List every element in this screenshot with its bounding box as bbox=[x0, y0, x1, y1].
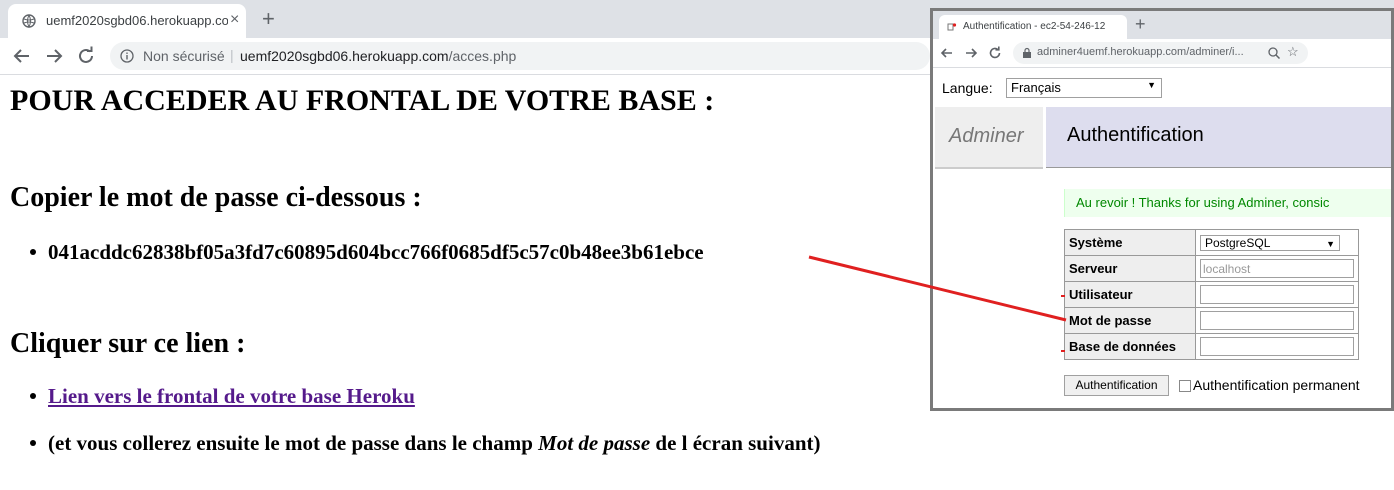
chevron-down-icon: ▼ bbox=[1147, 80, 1156, 90]
base-field bbox=[1200, 337, 1354, 356]
inset-address-bar: adminer4uemf.herokuapp.com/adminer/i... … bbox=[1013, 42, 1308, 64]
adminer-logo: Adminer bbox=[949, 125, 1024, 147]
lock-icon bbox=[1023, 47, 1031, 58]
utilisateur-label: Utilisateur bbox=[1064, 281, 1196, 308]
bookmark-star-icon: ☆ bbox=[1287, 44, 1299, 59]
page-title: POUR ACCEDER AU FRONTAL DE VOTRE BASE : bbox=[10, 84, 715, 117]
adminer-favicon-icon bbox=[947, 23, 957, 31]
copy-password-heading: Copier le mot de passe ci-dessous : bbox=[10, 182, 422, 213]
adminer-screenshot-inset: Authentification - ec2-54-246-12 + admin… bbox=[930, 8, 1394, 411]
inset-tab-strip: Authentification - ec2-54-246-12 + bbox=[933, 11, 1391, 39]
auth-heading-bar: Authentification bbox=[1046, 107, 1391, 168]
browser-tab[interactable]: uemf2020sgbd06.herokuapp.com × bbox=[8, 4, 246, 38]
inset-back-arrow-icon bbox=[940, 48, 952, 58]
bullet-dot bbox=[30, 393, 36, 400]
inset-tab: Authentification - ec2-54-246-12 bbox=[939, 15, 1127, 39]
bullet-dot bbox=[30, 249, 36, 256]
new-tab-button[interactable]: + bbox=[262, 8, 275, 30]
base-cell bbox=[1195, 333, 1359, 360]
permanent-checkbox bbox=[1179, 380, 1191, 392]
url-host: uemf2020sgbd06.herokuapp.com bbox=[240, 48, 449, 64]
info-icon[interactable] bbox=[120, 49, 134, 63]
url-separator: | bbox=[230, 47, 234, 63]
zoom-icon bbox=[1268, 47, 1281, 60]
motdepasse-field bbox=[1200, 311, 1354, 330]
form-row-systeme: Système PostgreSQL ▼ bbox=[1064, 229, 1359, 256]
motdepasse-cell bbox=[1195, 307, 1359, 334]
form-row-motdepasse: Mot de passe bbox=[1064, 307, 1359, 334]
logout-message-text: Au revoir ! Thanks for using Adminer, co… bbox=[1076, 195, 1330, 210]
inset-new-tab-icon: + bbox=[1135, 14, 1146, 34]
instruction-before: (et vous collerez ensuite le mot de pass… bbox=[48, 431, 539, 455]
bullet-dot bbox=[30, 440, 36, 447]
heroku-frontal-link[interactable]: Lien vers le frontal de votre base Herok… bbox=[48, 384, 415, 408]
instruction-list-item: (et vous collerez ensuite le mot de pass… bbox=[30, 431, 820, 456]
authentification-button: Authentification bbox=[1064, 375, 1169, 396]
red-marker bbox=[1061, 295, 1065, 297]
langue-label: Langue: bbox=[942, 80, 993, 96]
globe-icon bbox=[22, 14, 36, 28]
inset-reload-icon bbox=[989, 46, 1001, 59]
security-label: Non sécurisé bbox=[143, 48, 225, 64]
systeme-label: Système bbox=[1064, 229, 1196, 256]
auth-heading: Authentification bbox=[1067, 124, 1204, 146]
divider bbox=[935, 167, 1043, 169]
logout-message: Au revoir ! Thanks for using Adminer, co… bbox=[1064, 189, 1391, 217]
serveur-cell: localhost bbox=[1195, 255, 1359, 282]
serveur-label: Serveur bbox=[1064, 255, 1196, 282]
chevron-down-icon: ▼ bbox=[1326, 238, 1335, 249]
url-text[interactable]: uemf2020sgbd06.herokuapp.com/acces.php bbox=[240, 48, 516, 64]
instruction-italic: Mot de passe bbox=[538, 431, 651, 455]
inset-toolbar: adminer4uemf.herokuapp.com/adminer/i... … bbox=[933, 39, 1391, 68]
url-path: /acces.php bbox=[448, 48, 517, 64]
adminer-logo-box: Adminer bbox=[935, 107, 1043, 167]
password-value[interactable]: 041acddc62838bf05a3fd7c60895d604bcc766f0… bbox=[48, 240, 704, 264]
systeme-select: PostgreSQL ▼ bbox=[1200, 234, 1340, 251]
inset-forward-arrow-icon bbox=[966, 48, 978, 58]
form-row-utilisateur: Utilisateur bbox=[1064, 281, 1359, 308]
form-row-serveur: Serveur localhost bbox=[1064, 255, 1359, 282]
motdepasse-label: Mot de passe bbox=[1064, 307, 1196, 334]
form-row-base: Base de données bbox=[1064, 333, 1359, 360]
inset-tab-title: Authentification - ec2-54-246-12 bbox=[963, 21, 1106, 32]
login-form-table: Système PostgreSQL ▼ Serveur localhost Ut… bbox=[1064, 229, 1359, 360]
link-list-item: Lien vers le frontal de votre base Herok… bbox=[30, 384, 415, 409]
base-label: Base de données bbox=[1064, 333, 1196, 360]
tab-close-icon[interactable]: × bbox=[230, 12, 239, 28]
systeme-cell: PostgreSQL ▼ bbox=[1195, 229, 1359, 256]
tab-title: uemf2020sgbd06.herokuapp.com bbox=[46, 13, 228, 28]
click-link-heading: Cliquer sur ce lien : bbox=[10, 328, 246, 359]
systeme-value: PostgreSQL bbox=[1205, 235, 1271, 250]
inset-url: adminer4uemf.herokuapp.com/adminer/i... bbox=[1037, 46, 1244, 58]
serveur-field: localhost bbox=[1200, 259, 1354, 278]
langue-value: Français bbox=[1011, 80, 1061, 95]
red-marker bbox=[1061, 350, 1065, 352]
reload-icon[interactable] bbox=[74, 44, 98, 68]
password-list-item: 041acddc62838bf05a3fd7c60895d604bcc766f0… bbox=[30, 240, 704, 265]
forward-arrow-icon[interactable] bbox=[42, 44, 66, 68]
permanent-label: Authentification permanent bbox=[1193, 377, 1360, 393]
utilisateur-cell bbox=[1195, 281, 1359, 308]
back-arrow-icon[interactable] bbox=[10, 44, 34, 68]
langue-select: Français ▼ bbox=[1006, 78, 1162, 98]
utilisateur-field bbox=[1200, 285, 1354, 304]
instruction-after: de l écran suivant) bbox=[650, 431, 821, 455]
address-bar[interactable]: Non sécurisé | uemf2020sgbd06.herokuapp.… bbox=[110, 42, 930, 70]
